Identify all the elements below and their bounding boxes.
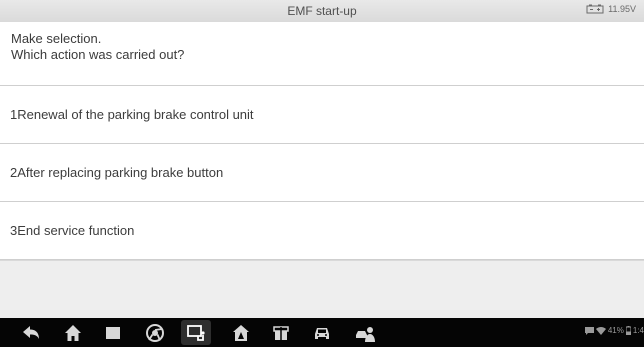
battery-icon xyxy=(625,326,631,335)
autel-home-icon xyxy=(233,324,249,341)
option-replacing-brake-button[interactable]: 2After replacing parking brake button xyxy=(0,144,644,202)
wifi-icon xyxy=(595,326,606,335)
battery-percent: 41% xyxy=(607,326,624,335)
shop-icon xyxy=(273,325,289,340)
prompt-line-1: Make selection. xyxy=(11,31,102,46)
selection-prompt: Make selection. Which action was carried… xyxy=(0,22,644,86)
option-renewal-control-unit[interactable]: 1Renewal of the parking brake control un… xyxy=(0,86,644,144)
browser-button[interactable] xyxy=(140,320,170,345)
back-button[interactable] xyxy=(16,320,46,345)
message-icon xyxy=(584,326,594,335)
option-label: 2After replacing parking brake button xyxy=(10,165,224,180)
remote-support-icon xyxy=(356,326,375,342)
remote-support-button[interactable] xyxy=(350,320,380,345)
car-button[interactable] xyxy=(307,320,337,345)
recent-apps-icon xyxy=(106,326,120,339)
system-navigation-bar: 41% 1:4 xyxy=(0,318,644,347)
recent-apps-button[interactable] xyxy=(98,320,128,345)
home-icon xyxy=(65,324,81,341)
option-end-service-function[interactable]: 3End service function xyxy=(0,202,644,260)
browser-icon xyxy=(146,323,164,342)
voltage-indicator: 11.95V xyxy=(586,4,636,14)
system-status-area: 41% 1:4 xyxy=(584,326,644,335)
vci-connection-icon xyxy=(187,324,205,341)
car-icon xyxy=(315,327,329,339)
title-bar: EMF start-up 11.95V xyxy=(0,0,644,23)
prompt-line-2: Which action was carried out? xyxy=(11,47,185,62)
back-icon xyxy=(23,325,39,339)
clock: 1:4 xyxy=(632,326,644,335)
option-label: 1Renewal of the parking brake control un… xyxy=(10,107,254,122)
window-title: EMF start-up xyxy=(287,4,357,18)
empty-list-area xyxy=(0,260,644,319)
voltage-value: 11.95V xyxy=(608,4,636,14)
option-label: 3End service function xyxy=(10,223,135,238)
autel-home-button[interactable] xyxy=(226,320,256,345)
car-battery-icon xyxy=(586,4,604,14)
home-button[interactable] xyxy=(58,320,88,345)
shop-button[interactable] xyxy=(266,320,296,345)
vci-connection-button[interactable] xyxy=(181,320,211,345)
